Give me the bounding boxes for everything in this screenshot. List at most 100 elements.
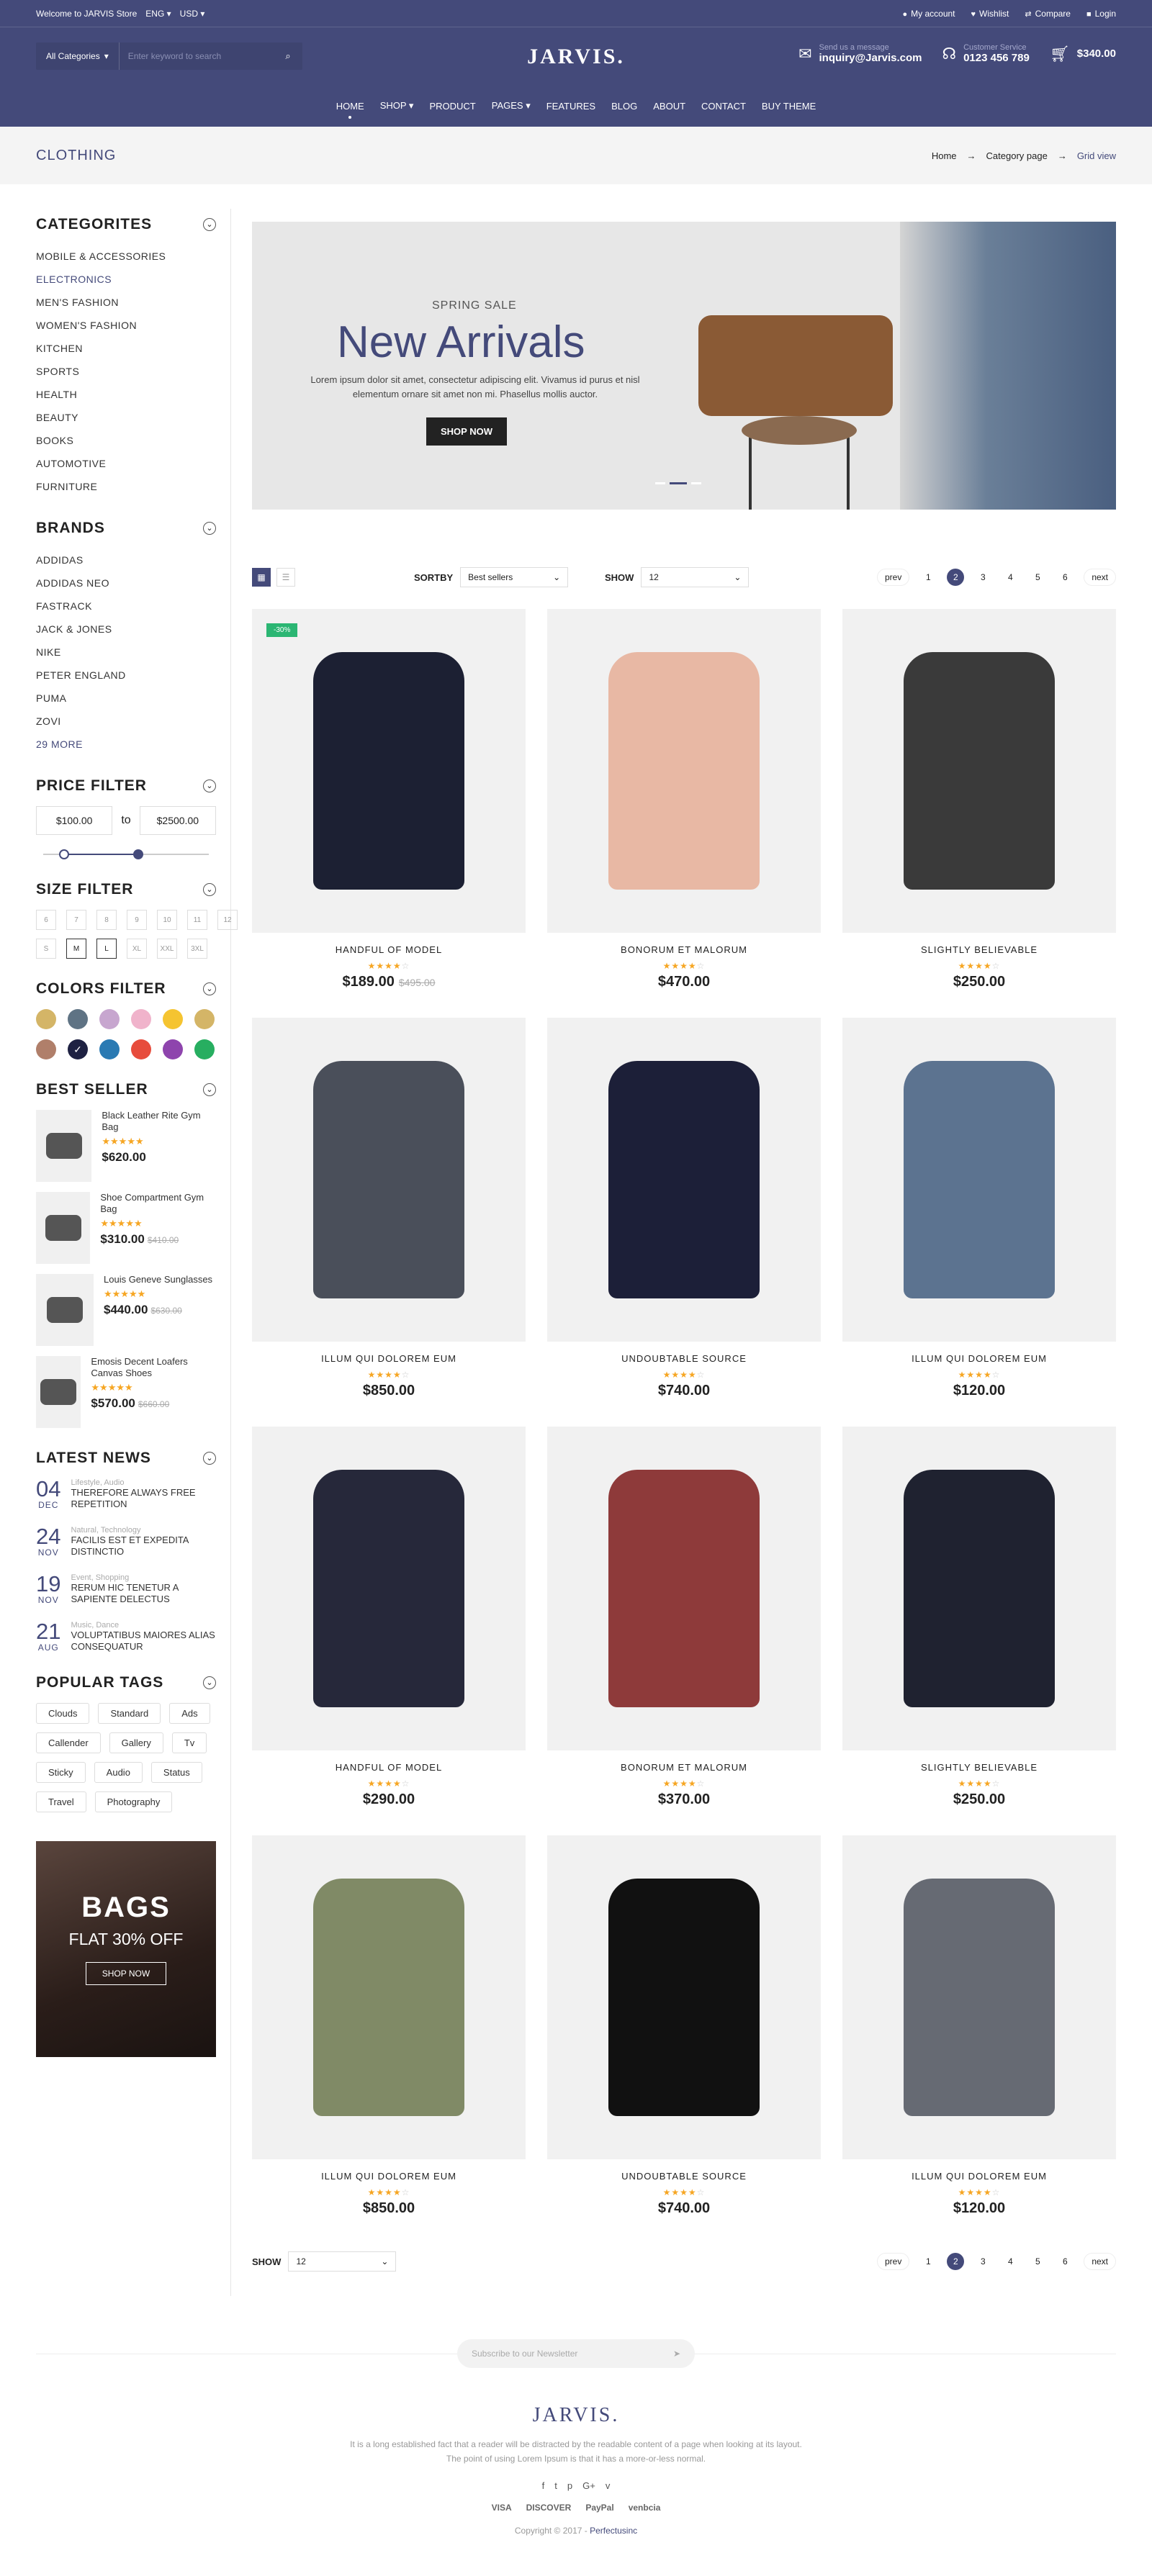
- page-number[interactable]: 2: [947, 2253, 965, 2270]
- product-name[interactable]: ILLUM QUI DOLOREM EUM: [842, 1353, 1116, 1364]
- category-item[interactable]: SPORTS: [36, 360, 216, 383]
- tag[interactable]: Callender: [36, 1732, 101, 1753]
- show-count-select[interactable]: 12 ⌄: [288, 2251, 397, 2272]
- pinterest-icon[interactable]: p: [567, 2480, 572, 2491]
- product-thumbnail[interactable]: [36, 1110, 92, 1182]
- facebook-icon[interactable]: f: [542, 2480, 545, 2491]
- nav-contact[interactable]: CONTACT: [701, 98, 746, 114]
- crumb-category[interactable]: Category page: [986, 150, 1048, 161]
- color-swatch[interactable]: [194, 1009, 215, 1029]
- brand-item[interactable]: ADDIDAS: [36, 548, 216, 571]
- slider-dot[interactable]: [691, 482, 701, 484]
- email-contact[interactable]: ✉ Send us a message inquiry@Jarvis.com: [798, 43, 922, 64]
- page-number[interactable]: 5: [1029, 569, 1046, 586]
- product-name[interactable]: BONORUM ET MALORUM: [547, 944, 821, 955]
- size-option[interactable]: 10: [157, 910, 177, 930]
- color-swatch[interactable]: [36, 1039, 56, 1059]
- phone-contact[interactable]: ☊ Customer Service 0123 456 789: [942, 43, 1030, 64]
- best-seller-item[interactable]: Louis Geneve Sunglasses ★★★★★ $440.00 $630.…: [36, 1274, 216, 1346]
- google-plus-icon[interactable]: G+: [582, 2480, 595, 2491]
- price-range-slider[interactable]: [43, 849, 209, 859]
- color-swatch[interactable]: [163, 1009, 183, 1029]
- product-card[interactable]: BONORUM ET MALORUM ★★★★☆ $370.00: [547, 1427, 821, 1835]
- next-page-button[interactable]: next: [1084, 2253, 1116, 2270]
- bags-promo-banner[interactable]: BAGS FLAT 30% OFF SHOP NOW: [36, 1841, 216, 2057]
- slider-dot-active[interactable]: [670, 482, 687, 484]
- color-swatch[interactable]: [36, 1009, 56, 1029]
- best-seller-item[interactable]: Emosis Decent Loafers Canvas Shoes ★★★★★ $…: [36, 1356, 216, 1428]
- banner-shop-now-button[interactable]: SHOP NOW: [85, 1962, 167, 1985]
- news-title[interactable]: FACILIS EST ET EXPEDITA DISTINCTIO: [71, 1535, 216, 1558]
- search-input[interactable]: [119, 51, 274, 61]
- compare-link[interactable]: ⇄ Compare: [1025, 9, 1071, 19]
- nav-about[interactable]: ABOUT: [653, 98, 685, 114]
- tag[interactable]: Clouds: [36, 1703, 90, 1724]
- product-card[interactable]: -30% HANDFUL OF MODEL ★★★★☆ $189.00 $495.00: [252, 609, 526, 1018]
- size-option[interactable]: 12: [217, 910, 238, 930]
- brand-item[interactable]: PETER ENGLAND: [36, 664, 216, 687]
- page-number[interactable]: 5: [1029, 2253, 1046, 2270]
- nav-blog[interactable]: BLOG: [611, 98, 637, 114]
- tag[interactable]: Gallery: [109, 1732, 163, 1753]
- color-swatch[interactable]: [131, 1009, 151, 1029]
- category-item[interactable]: KITCHEN: [36, 337, 216, 360]
- page-number[interactable]: 4: [1002, 2253, 1019, 2270]
- wishlist-link[interactable]: ♥ Wishlist: [971, 9, 1009, 19]
- slider-max-handle[interactable]: [133, 849, 143, 859]
- category-item[interactable]: HEALTH: [36, 383, 216, 406]
- size-option[interactable]: 9: [127, 910, 147, 930]
- language-selector[interactable]: ENG ▾: [145, 9, 171, 19]
- news-item[interactable]: 19 NOV Event, Shopping RERUM HIC TENETUR A …: [36, 1573, 216, 1605]
- product-image[interactable]: [252, 1835, 526, 2159]
- category-item[interactable]: AUTOMOTIVE: [36, 452, 216, 475]
- cart-button[interactable]: 🛒︎ $340.00: [1050, 45, 1116, 63]
- nav-home[interactable]: HOME: [336, 98, 364, 114]
- site-logo[interactable]: JARVIS.: [527, 45, 625, 69]
- best-seller-item[interactable]: Shoe Compartment Gym Bag ★★★★★ $310.00 $410…: [36, 1192, 216, 1264]
- product-name[interactable]: UNDOUBTABLE SOURCE: [547, 2171, 821, 2182]
- size-option[interactable]: 3XL: [187, 939, 207, 959]
- collapse-toggle-icon[interactable]: ⌄: [203, 1676, 216, 1689]
- brand-item[interactable]: ZOVI: [36, 710, 216, 733]
- category-item[interactable]: MEN'S FASHION: [36, 291, 216, 314]
- size-option[interactable]: 7: [66, 910, 86, 930]
- nav-pages[interactable]: PAGES ▾: [492, 97, 531, 114]
- nav-features[interactable]: FEATURES: [546, 98, 595, 114]
- product-image[interactable]: [547, 1835, 821, 2159]
- product-card[interactable]: SLIGHTLY BELIEVABLE ★★★★☆ $250.00: [842, 609, 1116, 1018]
- collapse-toggle-icon[interactable]: ⌄: [203, 779, 216, 792]
- collapse-toggle-icon[interactable]: ⌄: [203, 1452, 216, 1465]
- currency-selector[interactable]: USD ▾: [180, 9, 205, 19]
- product-image[interactable]: [842, 1427, 1116, 1750]
- slider-dot[interactable]: [655, 482, 665, 484]
- brand-item[interactable]: ADDIDAS NEO: [36, 571, 216, 595]
- size-option[interactable]: L: [96, 939, 117, 959]
- list-view-button[interactable]: ☰: [276, 568, 295, 587]
- product-image[interactable]: [547, 609, 821, 933]
- product-card[interactable]: BONORUM ET MALORUM ★★★★☆ $470.00: [547, 609, 821, 1018]
- tag[interactable]: Travel: [36, 1791, 86, 1812]
- crumb-home[interactable]: Home: [932, 150, 957, 161]
- product-name[interactable]: Shoe Compartment Gym Bag: [100, 1192, 216, 1215]
- product-card[interactable]: ILLUM QUI DOLOREM EUM ★★★★☆ $850.00: [252, 1018, 526, 1427]
- product-card[interactable]: ILLUM QUI DOLOREM EUM ★★★★☆ $120.00: [842, 1018, 1116, 1427]
- grid-view-button[interactable]: ▦: [252, 568, 271, 587]
- nav-buy-theme[interactable]: BUY THEME: [762, 98, 816, 114]
- page-number[interactable]: 4: [1002, 569, 1019, 586]
- prev-page-button[interactable]: prev: [876, 2253, 910, 2270]
- login-link[interactable]: ■ Login: [1086, 9, 1116, 19]
- category-dropdown[interactable]: All Categories ▾: [36, 42, 120, 70]
- page-number[interactable]: 6: [1056, 2253, 1074, 2270]
- collapse-toggle-icon[interactable]: ⌄: [203, 522, 216, 535]
- send-icon[interactable]: ➤: [673, 2349, 680, 2359]
- product-thumbnail[interactable]: [36, 1356, 81, 1428]
- product-image[interactable]: [842, 609, 1116, 933]
- next-page-button[interactable]: next: [1084, 569, 1116, 586]
- product-name[interactable]: Emosis Decent Loafers Canvas Shoes: [91, 1356, 216, 1379]
- tag[interactable]: Photography: [94, 1791, 173, 1812]
- page-number[interactable]: 3: [974, 569, 991, 586]
- product-thumbnail[interactable]: [36, 1192, 91, 1264]
- collapse-toggle-icon[interactable]: ⌄: [203, 218, 216, 231]
- news-category[interactable]: Event, Shopping: [71, 1573, 216, 1582]
- news-category[interactable]: Music, Dance: [71, 1621, 216, 1630]
